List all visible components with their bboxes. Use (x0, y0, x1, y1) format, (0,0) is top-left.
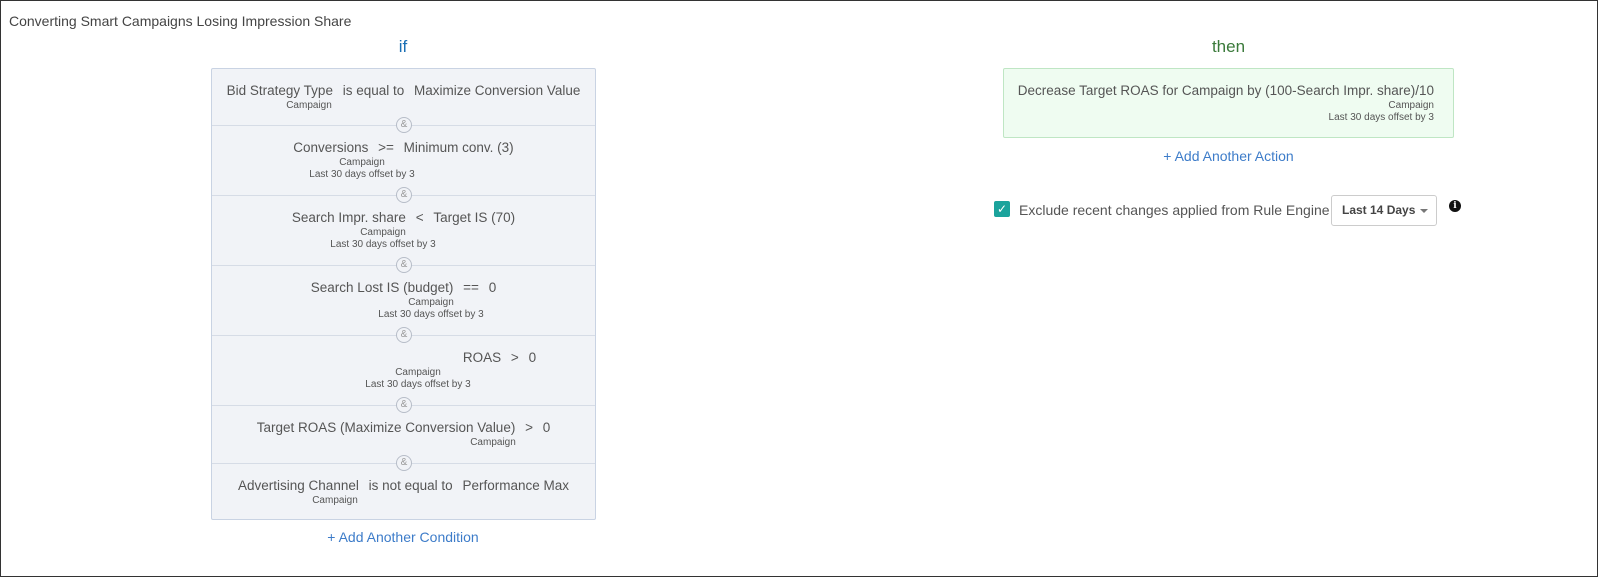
ampersand-connector-icon: & (396, 455, 412, 471)
condition-value: 0 (542, 420, 551, 435)
condition-expression: Search Impr. share < Target IS (70) (212, 210, 595, 225)
condition-row[interactable]: Advertising Channel is not equal to Perf… (212, 463, 595, 521)
condition-expression: ROAS > 0 (308, 350, 691, 365)
action-period: Last 30 days offset by 3 (1328, 112, 1434, 123)
condition-row[interactable]: Search Lost IS (budget) == 0 Campaign La… (212, 265, 595, 335)
condition-row[interactable]: ROAS > 0 Campaign Last 30 days offset by… (212, 335, 595, 405)
condition-value: 0 (488, 280, 497, 295)
condition-value: Minimum conv. (3) (403, 140, 514, 155)
condition-expression: Search Lost IS (budget) == 0 (212, 280, 595, 295)
condition-expression: Conversions >= Minimum conv. (3) (212, 140, 595, 155)
condition-scope: Campaign (339, 157, 385, 168)
condition-expression: Advertising Channel is not equal to Perf… (212, 478, 595, 493)
condition-operator: == (463, 280, 479, 295)
rule-title: Converting Smart Campaigns Losing Impres… (9, 13, 352, 29)
period-dropdown-value: Last 14 Days (1342, 203, 1416, 217)
chevron-down-icon (1420, 209, 1428, 213)
ampersand-connector-icon: & (396, 117, 412, 133)
condition-operator: > (510, 350, 519, 365)
ampersand-connector-icon: & (396, 397, 412, 413)
condition-metric: Bid Strategy Type (226, 83, 333, 98)
condition-row[interactable]: Conversions >= Minimum conv. (3) Campaig… (212, 125, 595, 195)
condition-scope: Campaign (395, 367, 441, 378)
action-text: Decrease Target ROAS for Campaign by (10… (1017, 83, 1434, 98)
condition-expression: Target ROAS (Maximize Conversion Value) … (212, 420, 595, 435)
condition-period: Last 30 days offset by 3 (365, 379, 471, 390)
ampersand-connector-icon: & (396, 327, 412, 343)
check-icon: ✓ (996, 202, 1008, 216)
condition-period: Last 30 days offset by 3 (330, 239, 436, 250)
condition-scope: Campaign (312, 495, 358, 506)
then-heading: then (1211, 37, 1246, 56)
ampersand-connector-icon: & (396, 257, 412, 273)
condition-metric: Advertising Channel (238, 478, 359, 493)
exclude-recent-changes-label: Exclude recent changes applied from Rule… (1019, 202, 1330, 218)
exclude-recent-changes-checkbox[interactable]: ✓ (994, 201, 1010, 217)
condition-metric: Search Lost IS (budget) (310, 280, 454, 295)
add-action-link[interactable]: + Add Another Action (1003, 148, 1454, 164)
condition-row[interactable]: Search Impr. share < Target IS (70) Camp… (212, 195, 595, 265)
condition-scope: Campaign (286, 100, 332, 111)
condition-metric: Search Impr. share (291, 210, 406, 225)
condition-scope: Campaign (408, 297, 454, 308)
condition-operator: >= (378, 140, 394, 155)
condition-operator: is not equal to (368, 478, 453, 493)
if-heading: if (398, 37, 408, 56)
condition-scope: Campaign (360, 227, 406, 238)
action-row[interactable]: Decrease Target ROAS for Campaign by (10… (1003, 68, 1454, 138)
add-condition-link[interactable]: + Add Another Condition (211, 529, 595, 545)
condition-period: Last 30 days offset by 3 (378, 309, 484, 320)
condition-metric: Conversions (293, 140, 369, 155)
rule-card: Converting Smart Campaigns Losing Impres… (0, 0, 1598, 577)
condition-operator: is equal to (342, 83, 405, 98)
condition-value: Performance Max (462, 478, 569, 493)
condition-expression: Bid Strategy Type is equal to Maximize C… (212, 83, 595, 98)
info-icon[interactable]: i (1449, 200, 1461, 212)
condition-operator: < (415, 210, 424, 225)
condition-value: 0 (528, 350, 537, 365)
conditions-panel: Bid Strategy Type is equal to Maximize C… (211, 68, 596, 520)
condition-operator: > (525, 420, 533, 435)
condition-metric: ROAS (462, 350, 502, 365)
condition-value: Target IS (70) (433, 210, 516, 225)
condition-period: Last 30 days offset by 3 (309, 169, 415, 180)
condition-value: Maximize Conversion Value (414, 83, 581, 98)
condition-scope: Campaign (470, 437, 516, 448)
ampersand-connector-icon: & (396, 187, 412, 203)
action-scope: Campaign (1388, 100, 1434, 111)
period-dropdown[interactable]: Last 14 Days (1331, 195, 1437, 226)
condition-metric: Target ROAS (Maximize Conversion Value) (256, 420, 516, 435)
